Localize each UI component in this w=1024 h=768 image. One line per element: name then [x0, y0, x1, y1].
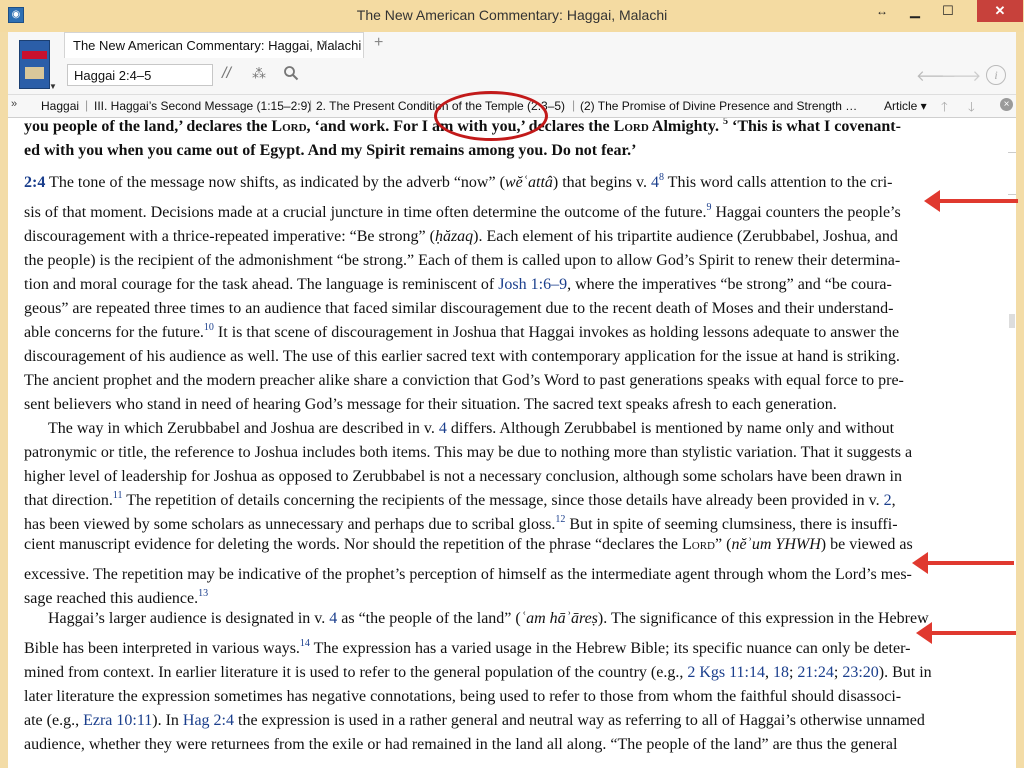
verse-link[interactable]: 23:20: [842, 664, 878, 681]
parallel-resources-icon[interactable]: //: [222, 65, 231, 83]
text-line: excessive. The repetition may be indicat…: [24, 566, 912, 583]
verse-link[interactable]: 2: [884, 492, 892, 509]
visual-filters-icon[interactable]: ⁂: [252, 65, 266, 82]
verse-link[interactable]: 2:4: [24, 174, 45, 191]
text-line: Bible has been interpreted in various wa…: [24, 638, 911, 657]
text-line: sis of that moment. Decisions made at a …: [24, 202, 901, 221]
resource-content[interactable]: you people of the land,’ declares the Lo…: [8, 118, 1016, 768]
forward-arrow-icon[interactable]: 🡒: [941, 66, 981, 85]
search-icon[interactable]: [283, 65, 299, 81]
text-line: sage reached this audience.13: [24, 588, 209, 607]
verse-link[interactable]: Ezra 10:11: [83, 712, 152, 729]
text-line: tion and moral courage for the task ahea…: [24, 276, 892, 293]
text-line: ate (e.g., Ezra 10:11). In Hag 2:4 the e…: [24, 712, 925, 729]
annotation-arrow: [916, 622, 1016, 644]
scrollbar[interactable]: [1008, 118, 1016, 768]
breadcrumb-item[interactable]: III. Haggai’s Second Message (1:15–2:9): [94, 99, 311, 113]
book-cover-thumbnail[interactable]: [19, 40, 50, 89]
verse-link[interactable]: 4: [439, 420, 447, 437]
verse-link[interactable]: 4: [651, 174, 659, 191]
resize-icon[interactable]: ↔: [870, 0, 894, 22]
scroll-marker: [1008, 152, 1016, 153]
text-line: cient manuscript evidence for deleting t…: [24, 536, 913, 553]
text-line: patronymic or title, the reference to Jo…: [24, 444, 913, 461]
app-window: ◉ The New American Commentary: Haggai, M…: [0, 0, 1024, 768]
text-line: has been viewed by some scholars as unne…: [24, 514, 898, 533]
text-line: discouragement of his audience as well. …: [24, 348, 900, 365]
breadcrumb-separator: |: [309, 98, 313, 112]
close-button[interactable]: ✕: [977, 0, 1023, 22]
tab-commentary[interactable]: The New American Commentary: Haggai, Mal…: [64, 32, 364, 58]
text-line: later literature the expression sometime…: [24, 688, 902, 705]
tab-close-icon[interactable]: ×: [321, 36, 328, 50]
reference-input[interactable]: [67, 64, 213, 86]
text-line: Haggai’s larger audience is designated i…: [48, 610, 929, 627]
text-line: sent believers who stand in need of hear…: [24, 396, 837, 413]
annotation-circle: [434, 91, 548, 141]
breadcrumb-item[interactable]: Haggai: [41, 99, 79, 113]
text-line: mined from context. In earlier literatur…: [24, 664, 932, 681]
previous-article-icon[interactable]: 🡑: [941, 98, 948, 120]
breadcrumb-separator: |: [85, 98, 89, 112]
title-bar[interactable]: ◉ The New American Commentary: Haggai, M…: [0, 0, 1024, 32]
text-line: the people) is the recipient of the admo…: [24, 252, 901, 269]
close-panel-icon[interactable]: ×: [1000, 98, 1013, 111]
text-line: geous” are repeated three times to an au…: [24, 300, 894, 317]
text-line: higher level of leadership for Joshua as…: [24, 468, 902, 485]
text-line: ed with you when you came out of Egypt. …: [24, 142, 637, 159]
text-line: that direction.11 The repetition of deta…: [24, 490, 896, 509]
text-line: The ancient prophet and the modern preac…: [24, 372, 904, 389]
verse-link[interactable]: 18: [773, 664, 789, 681]
text-line: The way in which Zerubbabel and Joshua a…: [48, 420, 895, 437]
annotation-arrow: [912, 552, 1014, 574]
annotation-arrow: [924, 190, 1018, 212]
thumbnail-dropdown-icon[interactable]: ▼: [49, 82, 57, 91]
info-icon[interactable]: i: [986, 65, 1006, 85]
minimize-button[interactable]: ▁: [902, 0, 928, 22]
breadcrumb-separator: |: [572, 98, 576, 112]
text-line: audience, whether they were returnees fr…: [24, 736, 898, 753]
new-tab-icon[interactable]: +: [374, 34, 383, 52]
verse-link[interactable]: Hag 2:4: [183, 712, 234, 729]
tab-label: The New American Commentary: Haggai, Mal…: [73, 38, 362, 53]
verse-link[interactable]: Josh 1:6–9: [498, 276, 567, 293]
text-line: able concerns for the future.10 It is th…: [24, 322, 900, 341]
article-dropdown[interactable]: Article ▾: [884, 99, 927, 113]
maximize-button[interactable]: ☐: [935, 0, 961, 22]
scroll-marker: [1008, 194, 1016, 195]
breadcrumb-expand-icon[interactable]: »: [11, 98, 17, 110]
next-article-icon[interactable]: 🡓: [968, 98, 975, 120]
scroll-thumb[interactable]: [1009, 314, 1015, 328]
verse-link[interactable]: 21:24: [797, 664, 833, 681]
text-line: discouragement with a thrice-repeated im…: [24, 228, 898, 245]
text-line: 2:4 The tone of the message now shifts, …: [24, 172, 893, 191]
verse-link[interactable]: 2 Kgs 11:14: [687, 664, 765, 681]
breadcrumb-item[interactable]: (2) The Promise of Divine Presence and S…: [580, 99, 857, 113]
